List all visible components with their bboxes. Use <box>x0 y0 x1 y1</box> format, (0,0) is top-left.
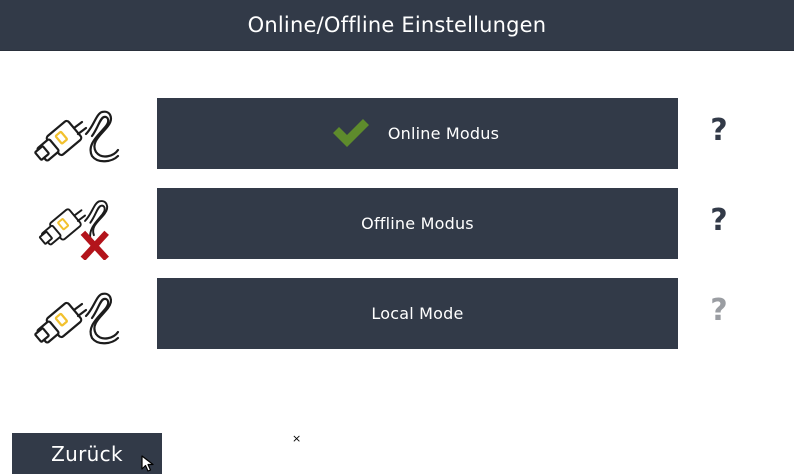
mouse-pointer-icon <box>141 455 154 472</box>
back-button-label: Zurück <box>51 441 123 466</box>
plug-icon <box>34 110 120 163</box>
checkmark-icon <box>333 119 369 147</box>
page-title: Online/Offline Einstellungen <box>247 13 547 37</box>
online-mode-label: Online Modus <box>387 124 500 143</box>
offline-mode-button[interactable]: Offline Modus <box>157 188 678 259</box>
header-bar: Online/Offline Einstellungen <box>0 0 794 51</box>
offline-mode-label: Offline Modus <box>361 214 474 233</box>
error-x-icon <box>80 230 109 260</box>
stray-close-mark: × <box>292 432 302 445</box>
plug-icon <box>34 292 120 345</box>
online-help-icon[interactable]: ? <box>708 111 730 151</box>
online-mode-button[interactable]: Online Modus <box>157 98 678 169</box>
local-help-icon[interactable]: ? <box>708 291 730 331</box>
offline-help-icon[interactable]: ? <box>708 201 730 241</box>
plug-disconnected-icon <box>39 200 109 260</box>
local-mode-button[interactable]: Local Mode <box>157 278 678 349</box>
back-button[interactable]: Zurück <box>12 433 162 474</box>
local-mode-label: Local Mode <box>371 304 464 323</box>
